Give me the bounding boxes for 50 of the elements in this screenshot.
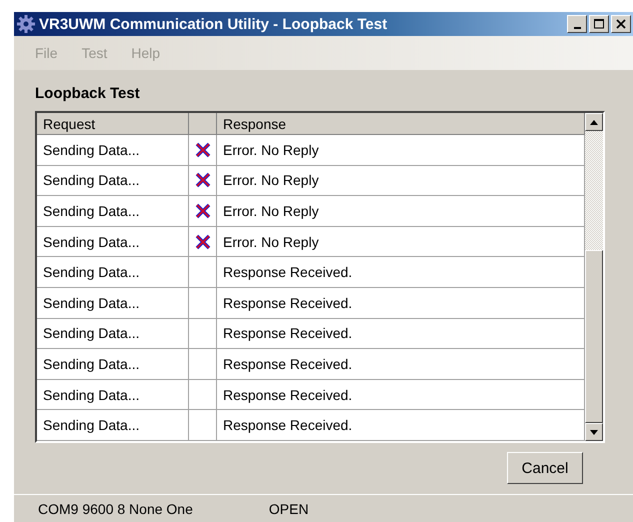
table-cell: Response Received. [217, 380, 585, 410]
maximize-button[interactable] [589, 15, 609, 33]
table-cell: Sending Data... [37, 166, 189, 196]
table-cell: Error. No Reply [217, 135, 585, 166]
column-header[interactable] [189, 113, 217, 135]
scrollbar[interactable] [585, 113, 603, 441]
table-cell: Response Received. [217, 318, 585, 350]
table-cell: Sending Data... [37, 226, 189, 258]
table-cell: Error. No Reply [217, 196, 585, 227]
scroll-up-button[interactable] [585, 113, 603, 131]
close-icon [616, 19, 626, 29]
close-button[interactable] [611, 15, 631, 33]
table-cell: Sending Data... [37, 196, 189, 227]
cross-icon [194, 142, 212, 158]
section-title: Loopback Test [35, 85, 141, 103]
scroll-down-button[interactable] [585, 423, 603, 441]
table-cell [189, 318, 217, 350]
table-cell: Sending Data... [37, 135, 189, 166]
table-cell: Sending Data... [37, 349, 189, 380]
table-cell: Sending Data... [37, 380, 189, 410]
table-cell: Response Received. [217, 410, 585, 441]
table-cell: Response Received. [217, 349, 585, 380]
cancel-button[interactable]: Cancel [507, 452, 583, 484]
cross-icon [194, 172, 212, 188]
table-cell: Sending Data... [37, 410, 189, 441]
column-header[interactable]: Request [37, 113, 189, 135]
table-cell: Error. No Reply [217, 226, 585, 258]
table-cell: Response Received. [217, 257, 585, 288]
cross-icon [194, 234, 212, 250]
table-cell [189, 410, 217, 441]
status-text: OPEN [268, 500, 309, 516]
table-cell: Sending Data... [37, 318, 189, 350]
down-arrow-icon [590, 430, 598, 434]
cross-icon [194, 202, 212, 219]
minimize-icon [574, 26, 580, 28]
table-cell [189, 380, 217, 410]
minimize-button[interactable] [567, 15, 587, 33]
maximize-icon [594, 19, 604, 29]
table-cell: Sending Data... [37, 257, 189, 288]
table-cell: Response Received. [217, 288, 585, 319]
window-title: VR3UWM Communication Utility - Loopback Test [39, 16, 388, 32]
up-arrow-icon [590, 120, 598, 124]
gear-icon [17, 15, 35, 33]
table-cell: Sending Data... [37, 288, 189, 319]
status-text: COM9 9600 8 None One [38, 500, 193, 516]
table-cell [189, 349, 217, 380]
table-cell [189, 288, 217, 319]
table-cell: Error. No Reply [217, 166, 585, 196]
column-header[interactable]: Response [217, 113, 585, 135]
scroll-thumb[interactable] [585, 250, 603, 423]
